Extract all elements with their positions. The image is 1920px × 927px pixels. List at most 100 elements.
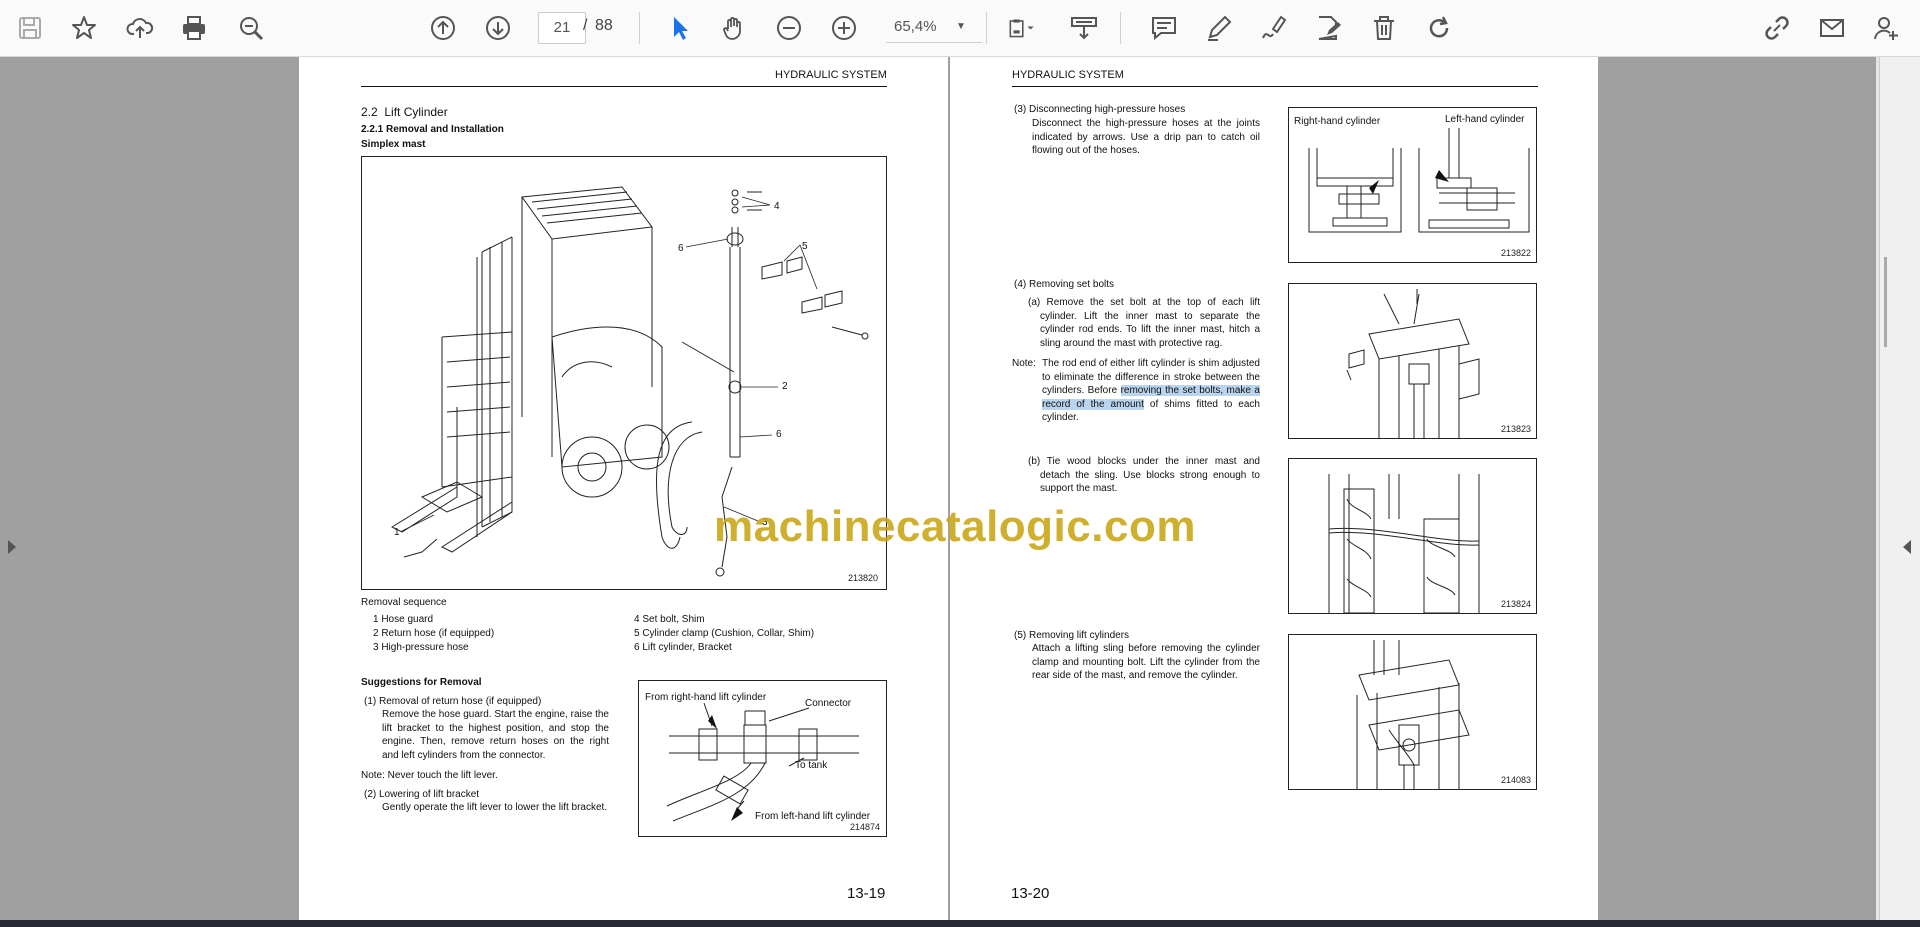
pdf-page-right: HYDRAULIC SYSTEM (3) Disconnecting high-… — [950, 57, 1598, 920]
svg-text:1: 1 — [394, 527, 400, 538]
note: Note: Never touch the lift lever. — [361, 770, 498, 781]
step-body: Disconnect the high-pressure hoses at th… — [1032, 118, 1260, 156]
taskbar-strip — [0, 920, 1920, 927]
toolbar-divider — [1120, 12, 1121, 44]
step-body: Gently operate the lift lever to lower t… — [382, 802, 608, 813]
svg-text:6: 6 — [678, 243, 684, 254]
chevron-down-icon: ▼ — [956, 21, 966, 32]
zoom-search-icon[interactable] — [233, 10, 269, 46]
add-user-icon[interactable] — [1868, 10, 1904, 46]
figure-id: 214083 — [1501, 775, 1532, 785]
redo-icon[interactable] — [1421, 10, 1457, 46]
toolbar-divider — [986, 12, 987, 44]
select-cursor-icon[interactable] — [662, 10, 698, 46]
step-title: (3) Disconnecting high-pressure hoses — [1014, 104, 1186, 115]
page-down-icon[interactable] — [480, 10, 516, 46]
connector-figure: From right-hand lift cylinder Connector … — [638, 680, 887, 837]
hose-joints-figure: Right-hand cylinder Left-hand cylinder 2… — [1288, 107, 1537, 263]
removal-item: 5 Cylinder clamp (Cushion, Collar, Shim) — [634, 628, 815, 639]
wood-blocks-figure: 213824 — [1288, 458, 1537, 614]
hose-joints-drawing — [1308, 128, 1530, 233]
header-rule — [1012, 86, 1538, 87]
removal-item: 1 Hose guard — [373, 614, 434, 625]
svg-text:2: 2 — [782, 381, 788, 392]
svg-text:6: 6 — [776, 429, 782, 440]
scrollbar-thumb[interactable] — [1884, 257, 1887, 347]
running-header: HYDRAULIC SYSTEM — [775, 69, 887, 81]
svg-text:5: 5 — [802, 241, 808, 252]
hand-pan-icon[interactable] — [716, 10, 752, 46]
svg-text:4: 4 — [774, 201, 780, 212]
save-icon[interactable] — [12, 10, 48, 46]
step-body: Attach a lifting sling before removing t… — [1032, 643, 1260, 681]
mast-label: Simplex mast — [361, 139, 426, 150]
total-pages: 88 — [595, 17, 613, 34]
figure-id: 213823 — [1501, 424, 1532, 434]
running-header: HYDRAULIC SYSTEM — [1012, 69, 1124, 81]
toolbar-divider — [639, 12, 640, 44]
set-bolts-figure: 213823 — [1288, 283, 1537, 439]
section-number: 2.2 — [361, 105, 378, 119]
page-number: 13-20 — [1011, 885, 1050, 902]
step-title: (2) Lowering of lift bracket — [364, 789, 480, 800]
expand-right-icon[interactable] — [1902, 539, 1912, 555]
figure-label: To tank — [795, 760, 828, 771]
figure-label: From right-hand lift cylinder — [645, 692, 767, 703]
step-title: (4) Removing set bolts — [1014, 279, 1115, 290]
removal-item: 3 High-pressure hose — [373, 642, 469, 653]
step-title: (5) Removing lift cylinders — [1014, 630, 1130, 641]
download-scroll-icon[interactable] — [1066, 10, 1102, 46]
figure-id: 213824 — [1501, 599, 1532, 609]
sign-pen-icon[interactable] — [1256, 10, 1292, 46]
note-label: Note: — [1012, 358, 1036, 369]
pen-icon[interactable] — [1201, 10, 1237, 46]
expand-left-icon[interactable] — [7, 539, 17, 555]
comment-icon[interactable] — [1146, 10, 1182, 46]
page-up-icon[interactable] — [425, 10, 461, 46]
figure-id: 214874 — [850, 822, 881, 832]
page-fit-icon[interactable] — [1000, 10, 1044, 46]
figure-label: Right-hand cylinder — [1294, 116, 1381, 127]
page-number-input[interactable]: 21 — [538, 12, 586, 44]
print-icon[interactable] — [176, 10, 212, 46]
removal-item: 6 Lift cylinder, Bracket — [634, 642, 732, 653]
watermark-text: machinecatalogic.com — [714, 502, 1196, 551]
set-bolts-drawing — [1346, 289, 1480, 438]
bookmark-star-icon[interactable] — [66, 10, 102, 46]
left-panel-toggle[interactable] — [0, 57, 22, 920]
step-body: (b) Tie wood blocks under the inner mast… — [1028, 456, 1260, 494]
zoom-out-icon[interactable] — [771, 10, 807, 46]
figure-id: 213822 — [1501, 248, 1532, 258]
lift-cylinder-removal-drawing — [1356, 640, 1470, 789]
upload-cloud-icon[interactable] — [122, 10, 158, 46]
page-separator: / — [583, 17, 588, 34]
step-body: Remove the hose guard. Start the engine,… — [382, 709, 609, 761]
step-title: (1) Removal of return hose (if equipped) — [364, 696, 542, 707]
right-panel — [1879, 57, 1920, 920]
subsection-heading: 2.2.1 Removal and Installation — [361, 124, 504, 135]
lift-cylinder-removal-figure: 214083 — [1288, 634, 1537, 790]
mail-icon[interactable] — [1814, 10, 1850, 46]
figure-label: Left-hand cylinder — [1445, 114, 1525, 125]
link-icon[interactable] — [1759, 10, 1795, 46]
step-body: (a) Remove the set bolt at the top of ea… — [1028, 297, 1260, 349]
section-heading: 2.2 Lift Cylinder — [361, 106, 448, 119]
removal-sequence-title: Removal sequence — [361, 597, 447, 608]
suggestions-title: Suggestions for Removal — [361, 677, 482, 688]
figure-label: Connector — [805, 698, 852, 709]
zoom-in-icon[interactable] — [826, 10, 862, 46]
section-title: Lift Cylinder — [384, 105, 448, 119]
page-number: 13-19 — [847, 885, 886, 902]
edit-document-icon[interactable] — [1311, 10, 1347, 46]
zoom-level-value: 65,4% — [894, 18, 937, 35]
removal-item: 2 Return hose (if equipped) — [373, 628, 495, 639]
zoom-level-select[interactable]: 65,4% ▼ — [886, 12, 982, 43]
header-rule — [361, 86, 887, 87]
toolbar: 21 / 88 65,4% ▼ — [0, 0, 1920, 57]
wood-blocks-drawing — [1328, 474, 1480, 614]
document-viewer[interactable]: HYDRAULIC SYSTEM 2.2 Lift Cylinder 2.2.1… — [0, 57, 1920, 920]
trash-icon[interactable] — [1366, 10, 1402, 46]
removal-item: 4 Set bolt, Shim — [634, 614, 705, 625]
note-body: The rod end of either lift cylinder is s… — [1042, 357, 1260, 425]
pdf-page-left: HYDRAULIC SYSTEM 2.2 Lift Cylinder 2.2.1… — [299, 57, 948, 920]
